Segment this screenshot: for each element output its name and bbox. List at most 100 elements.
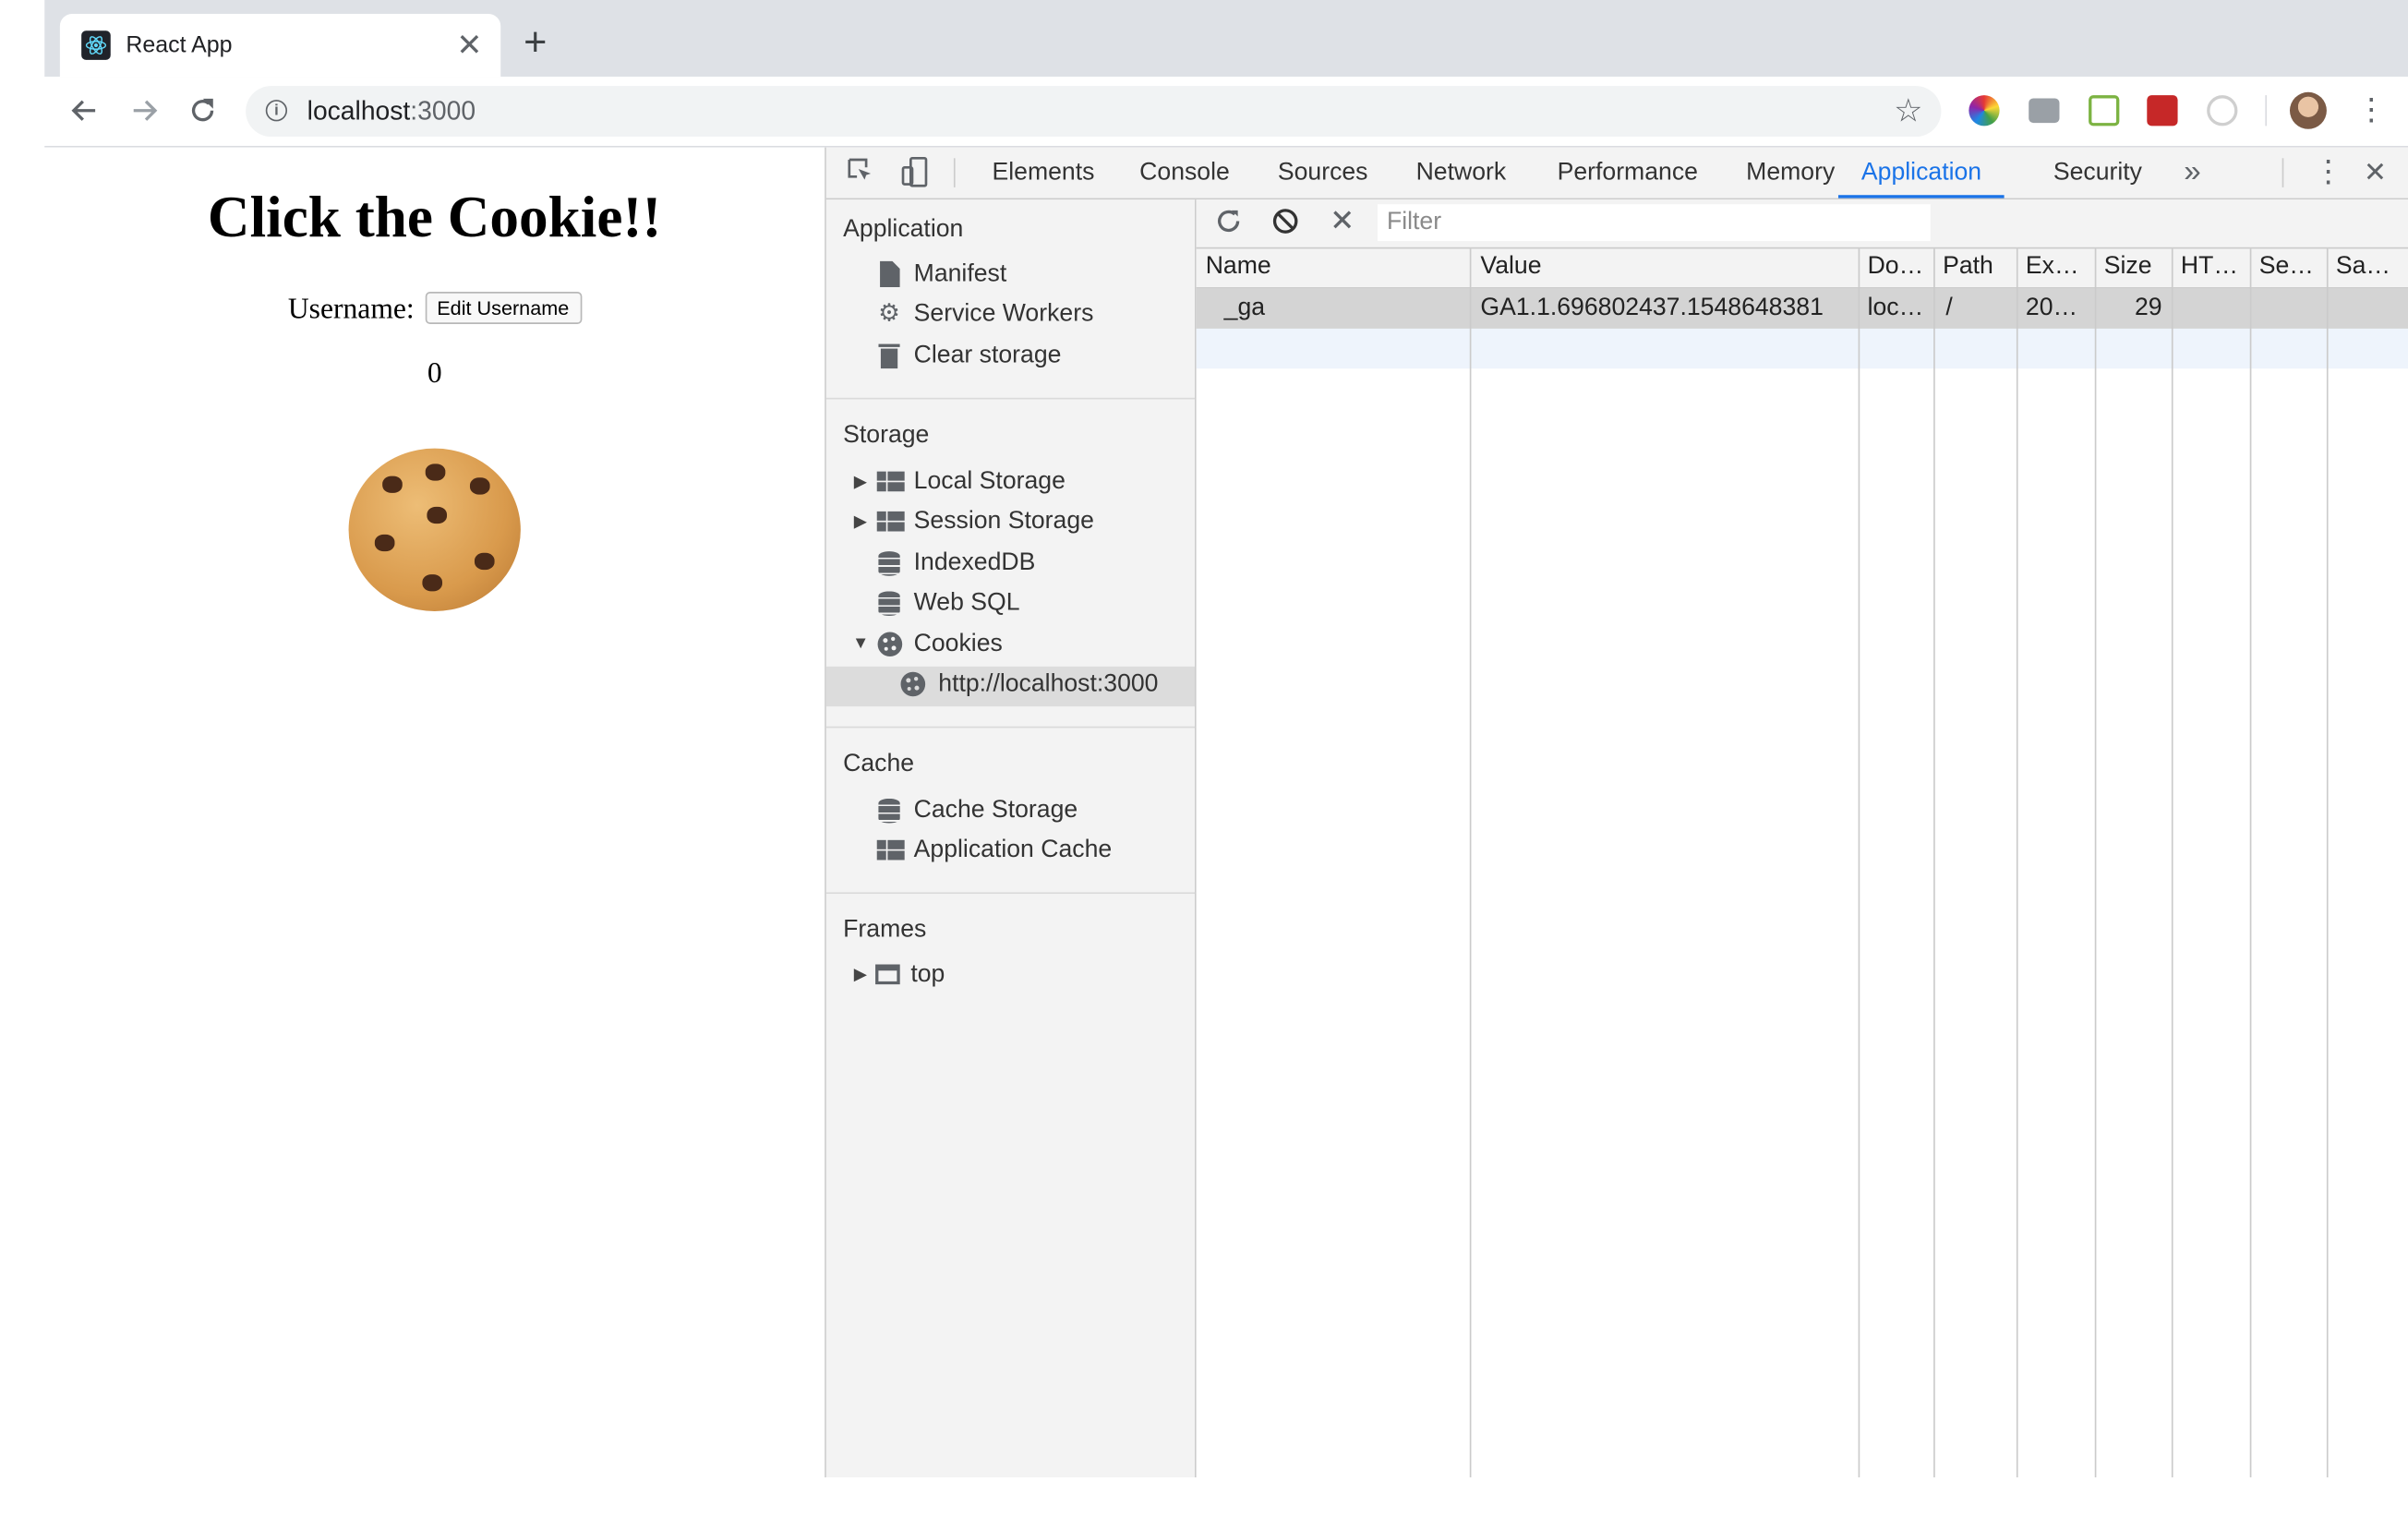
target-extension-icon[interactable] <box>2207 95 2238 126</box>
react-icon <box>81 30 111 60</box>
url-text: localhost:3000 <box>307 96 476 126</box>
column-divider[interactable] <box>2249 248 2252 1478</box>
expand-arrow-icon[interactable]: ▶ <box>854 512 867 532</box>
delete-selected-icon[interactable] <box>1327 208 1357 238</box>
back-icon[interactable] <box>66 92 103 129</box>
tab-security[interactable]: Security <box>2053 148 2142 199</box>
section-title-cache: Cache <box>843 751 915 777</box>
section-title-frames: Frames <box>843 916 927 944</box>
clear-all-icon[interactable] <box>1270 208 1301 238</box>
devtools-tab-bar: Elements Console Sources Network Perform… <box>825 147 2408 200</box>
tab-console[interactable]: Console <box>1139 148 1230 199</box>
username-label: Username: <box>287 293 415 326</box>
cookie-icon <box>898 671 926 699</box>
cookies-toolbar <box>1196 199 2408 249</box>
filter-input[interactable] <box>1377 204 1931 242</box>
sidebar-item-local-storage[interactable]: ▶ Local Storage <box>826 464 1195 503</box>
chocolate-chip <box>374 534 395 552</box>
table-row-new[interactable] <box>1196 328 2408 369</box>
toolbar-divider <box>2265 95 2268 126</box>
sidebar-item-web-sql[interactable]: Web SQL <box>826 585 1195 625</box>
sidebar-item-session-storage[interactable]: ▶ Session Storage <box>826 504 1195 544</box>
column-header-value[interactable]: Value <box>1480 253 1541 281</box>
browser-tab[interactable]: React App ✕ <box>59 13 501 78</box>
table-icon <box>876 509 905 536</box>
tab-memory[interactable]: Memory <box>1746 148 1835 199</box>
refresh-icon[interactable] <box>1213 208 1244 238</box>
column-divider[interactable] <box>1469 248 1472 1478</box>
chocolate-chip <box>474 552 495 571</box>
sidebar-item-frame-top[interactable]: ▶ top <box>826 957 1195 996</box>
bookmark-star-icon[interactable]: ☆ <box>1894 92 1922 131</box>
devtools-menu-icon[interactable]: ⋮ <box>2313 148 2343 199</box>
expand-arrow-icon[interactable]: ▶ <box>854 965 867 984</box>
page-content: Click the Cookie!! Username: Edit Userna… <box>44 147 825 1478</box>
reload-icon[interactable] <box>185 92 222 129</box>
sidebar-item-indexeddb[interactable]: IndexedDB <box>826 545 1195 584</box>
cookie-domain-cell: loc… <box>1867 295 1924 321</box>
column-header-secure[interactable]: Se… <box>2259 253 2314 281</box>
sidebar-item-cookies[interactable]: ▼ Cookies <box>826 627 1195 667</box>
more-tabs-icon[interactable]: » <box>2184 148 2201 199</box>
database-icon <box>875 590 903 618</box>
info-icon[interactable]: i <box>265 100 288 122</box>
column-header-size[interactable]: Size <box>2104 253 2152 281</box>
column-header-name[interactable]: Name <box>1206 253 1271 281</box>
sidebar-item-clear-storage[interactable]: Clear storage <box>826 338 1195 378</box>
sidebar-item-cache-storage[interactable]: Cache Storage <box>826 792 1195 832</box>
section-title-storage: Storage <box>843 422 930 449</box>
table-row[interactable]: _ga GA1.1.696802437.1548648381 loc… / 20… <box>1196 288 2408 329</box>
sidebar-item-cookie-origin[interactable]: http://localhost:3000 <box>825 666 1196 707</box>
close-devtools-icon[interactable]: ✕ <box>2364 148 2387 199</box>
tab-performance[interactable]: Performance <box>1558 148 1698 199</box>
column-header-domain[interactable]: Do… <box>1868 253 1924 281</box>
collapse-arrow-icon[interactable]: ▼ <box>852 634 869 653</box>
profile-avatar[interactable] <box>2289 91 2327 129</box>
tab-elements[interactable]: Elements <box>992 148 1094 199</box>
bug-extension-icon[interactable] <box>2147 95 2178 126</box>
column-divider[interactable] <box>2016 248 2018 1478</box>
inspect-element-icon[interactable] <box>845 157 875 187</box>
device-toolbar-icon[interactable] <box>900 156 931 187</box>
new-tab-button[interactable]: + <box>524 21 547 61</box>
sidebar-item-service-workers[interactable]: ⚙ Service Workers <box>826 296 1195 336</box>
address-bar[interactable]: i localhost:3000 ☆ <box>246 86 1942 138</box>
tab-application[interactable]: Application <box>1837 148 2005 199</box>
column-divider[interactable] <box>2094 248 2097 1478</box>
column-header-httponly[interactable]: HT… <box>2181 253 2238 281</box>
tab-strip: React App ✕ + <box>44 0 2408 78</box>
screen: React App ✕ + i localhost:3000 ☆ ⋮ Click… <box>0 0 2408 1528</box>
column-divider[interactable] <box>2171 248 2173 1478</box>
camera-extension-icon[interactable] <box>2029 98 2060 124</box>
cookie-name-cell: _ga <box>1223 295 1266 321</box>
table-icon <box>876 468 905 496</box>
close-tab-icon[interactable]: ✕ <box>456 26 482 65</box>
sidebar-item-application-cache[interactable]: Application Cache <box>826 833 1195 873</box>
forward-icon[interactable] <box>126 92 163 129</box>
sidebar-item-manifest[interactable]: Manifest <box>826 257 1195 296</box>
edit-username-button[interactable]: Edit Username <box>424 292 582 324</box>
cookie-image[interactable] <box>348 448 521 611</box>
database-icon <box>875 549 903 577</box>
gear-icon: ⚙ <box>878 301 900 328</box>
browser-menu-icon[interactable]: ⋮ <box>2356 90 2387 130</box>
column-divider[interactable] <box>1858 248 1860 1478</box>
tab-sources[interactable]: Sources <box>1278 148 1368 199</box>
color-picker-extension-icon[interactable] <box>1969 95 2000 126</box>
trash-icon <box>875 343 903 370</box>
tab-network[interactable]: Network <box>1416 148 1507 199</box>
expand-arrow-icon[interactable]: ▶ <box>854 472 867 491</box>
tab-title: React App <box>126 31 233 59</box>
column-divider[interactable] <box>1933 248 1935 1478</box>
column-divider[interactable] <box>2326 248 2329 1478</box>
cookies-table-header: Name Value Do… Path Ex… Size HT… Se… Sa… <box>1196 248 2408 289</box>
column-header-path[interactable]: Path <box>1943 253 1993 281</box>
nodejs-extension-icon[interactable] <box>2089 95 2120 126</box>
click-count: 0 <box>427 357 442 391</box>
column-header-expires[interactable]: Ex… <box>2026 253 2079 281</box>
cookie-path-cell: / <box>1945 295 1953 321</box>
frame-icon <box>875 961 903 989</box>
column-header-samesite[interactable]: Sa… <box>2336 253 2390 281</box>
page-title: Click the Cookie!! <box>207 186 662 251</box>
chocolate-chip <box>422 574 443 592</box>
